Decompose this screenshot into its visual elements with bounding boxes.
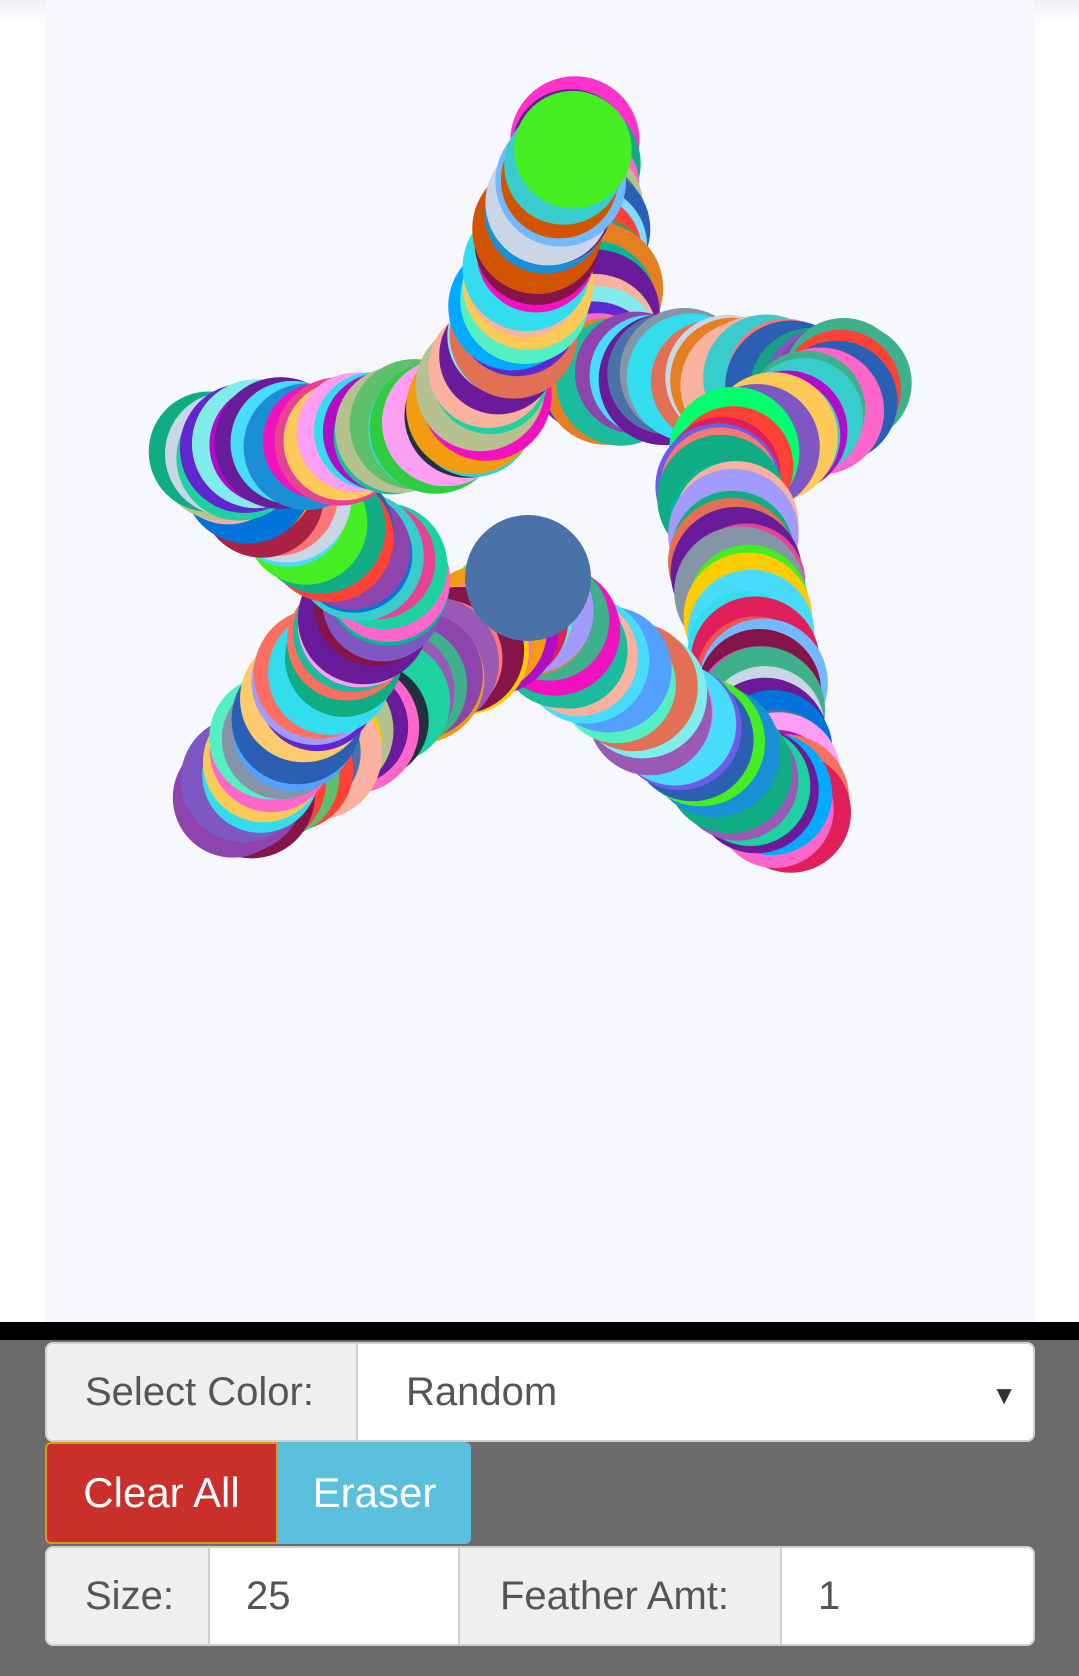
clear-all-button[interactable]: Clear All [45, 1442, 278, 1544]
star-drawing [148, 76, 912, 873]
caret-down-icon: ▼ [991, 1380, 1017, 1410]
eraser-button[interactable]: Eraser [278, 1442, 471, 1544]
color-select[interactable]: Random ▼ [358, 1342, 1035, 1442]
color-select-group: Select Color: Random ▼ [45, 1342, 1035, 1442]
size-label: Size: [45, 1546, 210, 1646]
button-group: Clear All Eraser [45, 1442, 1035, 1544]
feather-amt-input[interactable]: 1 [782, 1546, 1035, 1646]
size-input[interactable]: 25 [210, 1546, 460, 1646]
select-color-label: Select Color: [45, 1342, 358, 1442]
color-select-value: Random [406, 1369, 558, 1414]
paint-dot [514, 90, 632, 209]
feather-amt-label: Feather Amt: [460, 1546, 782, 1646]
divider-bar [0, 1322, 1079, 1340]
paint-dot [465, 515, 591, 641]
drawing-canvas[interactable] [45, 0, 1035, 1322]
size-feather-group: Size: 25 Feather Amt: 1 [45, 1546, 1035, 1646]
